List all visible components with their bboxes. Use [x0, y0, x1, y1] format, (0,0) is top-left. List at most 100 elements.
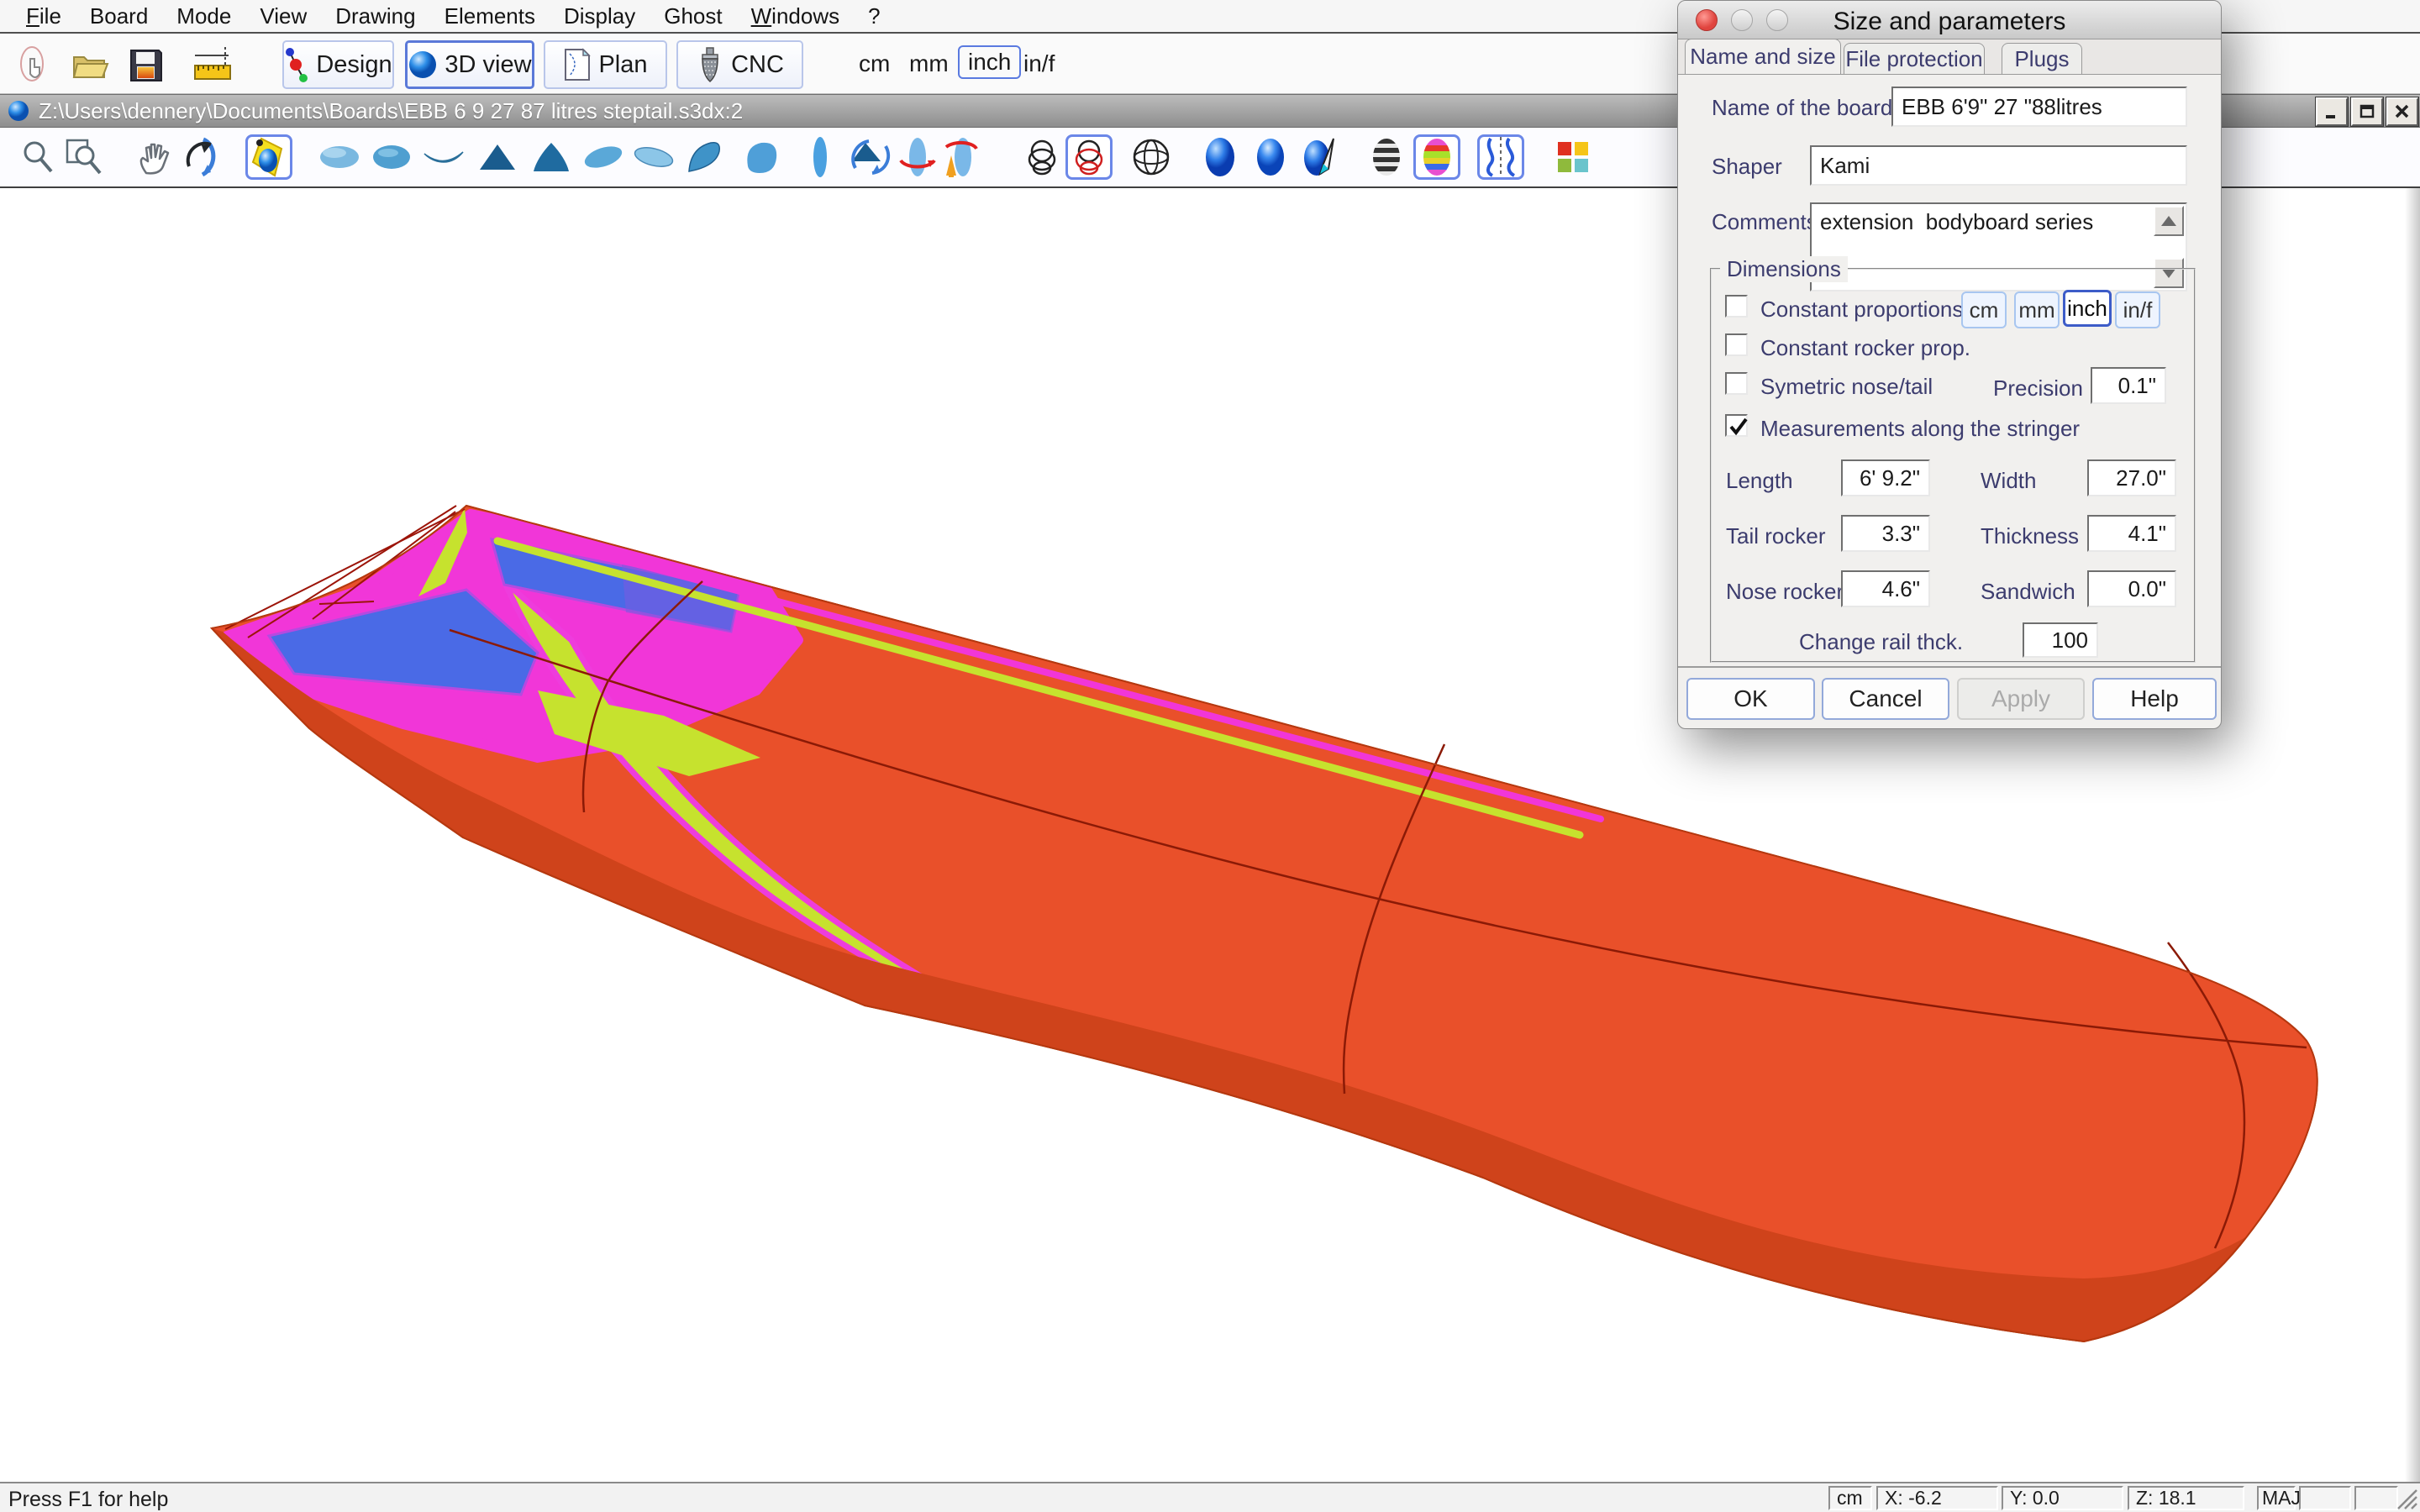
sandwich-input[interactable]: 0.0" [2087, 570, 2176, 607]
stringer-measure-label: Measurements along the stringer [1760, 416, 2080, 442]
menu-windows[interactable]: Windows [737, 3, 854, 29]
shaded-icon[interactable] [1197, 134, 1244, 180]
minimize-button[interactable] [2316, 97, 2348, 126]
menu-display[interactable]: Display [550, 3, 650, 29]
mesh-icon[interactable] [1128, 134, 1175, 180]
constant-proportions-checkbox[interactable] [1725, 295, 1748, 318]
wireframe-sections-icon[interactable] [1065, 134, 1113, 180]
viewport-right-edge [2405, 188, 2420, 1482]
tab-name-and-size[interactable]: Name and size [1685, 39, 1841, 74]
status-empty-1 [2299, 1486, 2351, 1510]
design-icon [284, 46, 309, 83]
unit-cm[interactable]: cm [859, 50, 890, 77]
close-button[interactable] [2386, 97, 2418, 126]
measure-icon[interactable] [192, 44, 235, 87]
curvature-map-icon[interactable] [1413, 134, 1460, 180]
dialog-unit-inf[interactable]: in/f [2115, 291, 2160, 328]
size-and-parameters-dialog: Size and parameters Name and size File p… [1677, 0, 2222, 729]
menu-drawing[interactable]: Drawing [321, 3, 429, 29]
menu-view[interactable]: View [245, 3, 321, 29]
rotate-view-icon[interactable] [180, 134, 227, 180]
nose-rocker-label: Nose rocker [1726, 579, 1844, 605]
cancel-button[interactable]: Cancel [1822, 678, 1949, 720]
menu-board[interactable]: Board [76, 3, 162, 29]
view-oblique-icon[interactable] [738, 134, 785, 180]
board-file-icon [7, 99, 30, 123]
width-label: Width [1981, 468, 2036, 494]
dialog-unit-inch[interactable]: inch [2063, 290, 2112, 327]
dimensions-group-label: Dimensions [1720, 256, 1848, 282]
unit-inf[interactable]: in/f [1023, 50, 1055, 77]
plan-mode-button[interactable]: Plan [544, 40, 667, 89]
apply-button[interactable]: Apply [1957, 678, 2085, 720]
width-input[interactable]: 27.0" [2087, 459, 2176, 496]
plan-mode-label: Plan [598, 51, 647, 79]
tail-rocker-input[interactable]: 3.3" [1841, 515, 1930, 552]
dialog-tab-bar: Name and size File protection Plugs [1678, 39, 2221, 75]
3d-view-mode-label: 3D view [445, 51, 531, 79]
dialog-unit-mm[interactable]: mm [2014, 291, 2060, 328]
resize-grip-icon[interactable] [2396, 1488, 2418, 1510]
view-angle-left-icon[interactable] [580, 134, 627, 180]
design-mode-button[interactable]: Design [282, 40, 394, 89]
rotate-x-icon[interactable] [936, 134, 983, 180]
flow-lines-icon[interactable] [1477, 134, 1524, 180]
3d-view-mode-button[interactable]: 3D view [405, 40, 534, 89]
smooth-shaded-icon[interactable] [1247, 134, 1294, 180]
precision-input[interactable]: 0.1" [2091, 367, 2166, 404]
cnc-icon [696, 46, 724, 83]
thickness-input[interactable]: 4.1" [2087, 515, 2176, 552]
nose-rocker-input[interactable]: 4.6" [1841, 570, 1930, 607]
dialog-titlebar[interactable]: Size and parameters [1678, 1, 2221, 39]
tab-plugs[interactable]: Plugs [2002, 43, 2082, 74]
symetric-checkbox[interactable] [1725, 372, 1748, 395]
status-caps: MAJ [2257, 1486, 2296, 1510]
length-label: Length [1726, 468, 1793, 494]
save-icon[interactable] [124, 44, 168, 87]
menu-file[interactable]: File [12, 3, 76, 29]
wireframe-icon[interactable] [1018, 134, 1065, 180]
help-button[interactable]: Help [2092, 678, 2217, 720]
ok-button[interactable]: OK [1686, 678, 1815, 720]
zoom-icon[interactable] [15, 134, 62, 180]
view-nose-icon[interactable] [528, 134, 575, 180]
stringer-measure-checkbox[interactable] [1725, 414, 1748, 437]
render-mode-icon[interactable] [245, 134, 292, 180]
comments-scroll-up[interactable] [2154, 206, 2184, 236]
view-angle-right-icon[interactable] [630, 134, 677, 180]
rotate-y-icon[interactable] [894, 134, 941, 180]
length-input[interactable]: 6' 9.2" [1841, 459, 1930, 496]
view-bottom-icon[interactable] [316, 134, 363, 180]
sandwich-label: Sandwich [1981, 579, 2075, 605]
view-tail-icon[interactable] [474, 134, 521, 180]
shaper-input[interactable]: Kami [1810, 145, 2187, 186]
zebra-stripes-icon[interactable] [1363, 134, 1410, 180]
menu-ghost[interactable]: Ghost [650, 3, 736, 29]
tab-file-protection[interactable]: File protection [1844, 43, 1985, 74]
rail-thickness-input[interactable]: 100 [2023, 622, 2098, 658]
cnc-mode-button[interactable]: CNC [676, 40, 803, 89]
menu-elements[interactable]: Elements [430, 3, 550, 29]
zoom-window-icon[interactable] [60, 134, 108, 180]
menu-help[interactable]: ? [854, 3, 894, 29]
dialog-unit-cm[interactable]: cm [1961, 291, 2007, 328]
pan-hand-icon[interactable] [131, 134, 178, 180]
menu-mode[interactable]: Mode [162, 3, 245, 29]
open-folder-icon[interactable] [67, 44, 111, 87]
constant-rocker-checkbox[interactable] [1725, 333, 1748, 356]
unit-inch[interactable]: inch [958, 45, 1021, 79]
view-side-icon[interactable] [797, 134, 844, 180]
color-squares-icon[interactable] [1549, 134, 1597, 180]
maximize-button[interactable] [2351, 97, 2383, 126]
view-perspective-icon[interactable] [681, 134, 728, 180]
view-deck-icon[interactable] [368, 134, 415, 180]
view-rocker-icon[interactable] [420, 134, 467, 180]
rotate-flip-icon[interactable] [847, 134, 894, 180]
name-input[interactable]: EBB 6'9" 27 "88litres [1891, 87, 2187, 127]
board-pointer-icon[interactable] [12, 44, 55, 87]
design-mode-label: Design [316, 51, 392, 79]
paint-texture-icon[interactable] [1297, 134, 1344, 180]
status-y: Y: 0.0 [2002, 1486, 2123, 1510]
status-unit: cm [1828, 1486, 1872, 1510]
unit-mm[interactable]: mm [909, 50, 949, 77]
